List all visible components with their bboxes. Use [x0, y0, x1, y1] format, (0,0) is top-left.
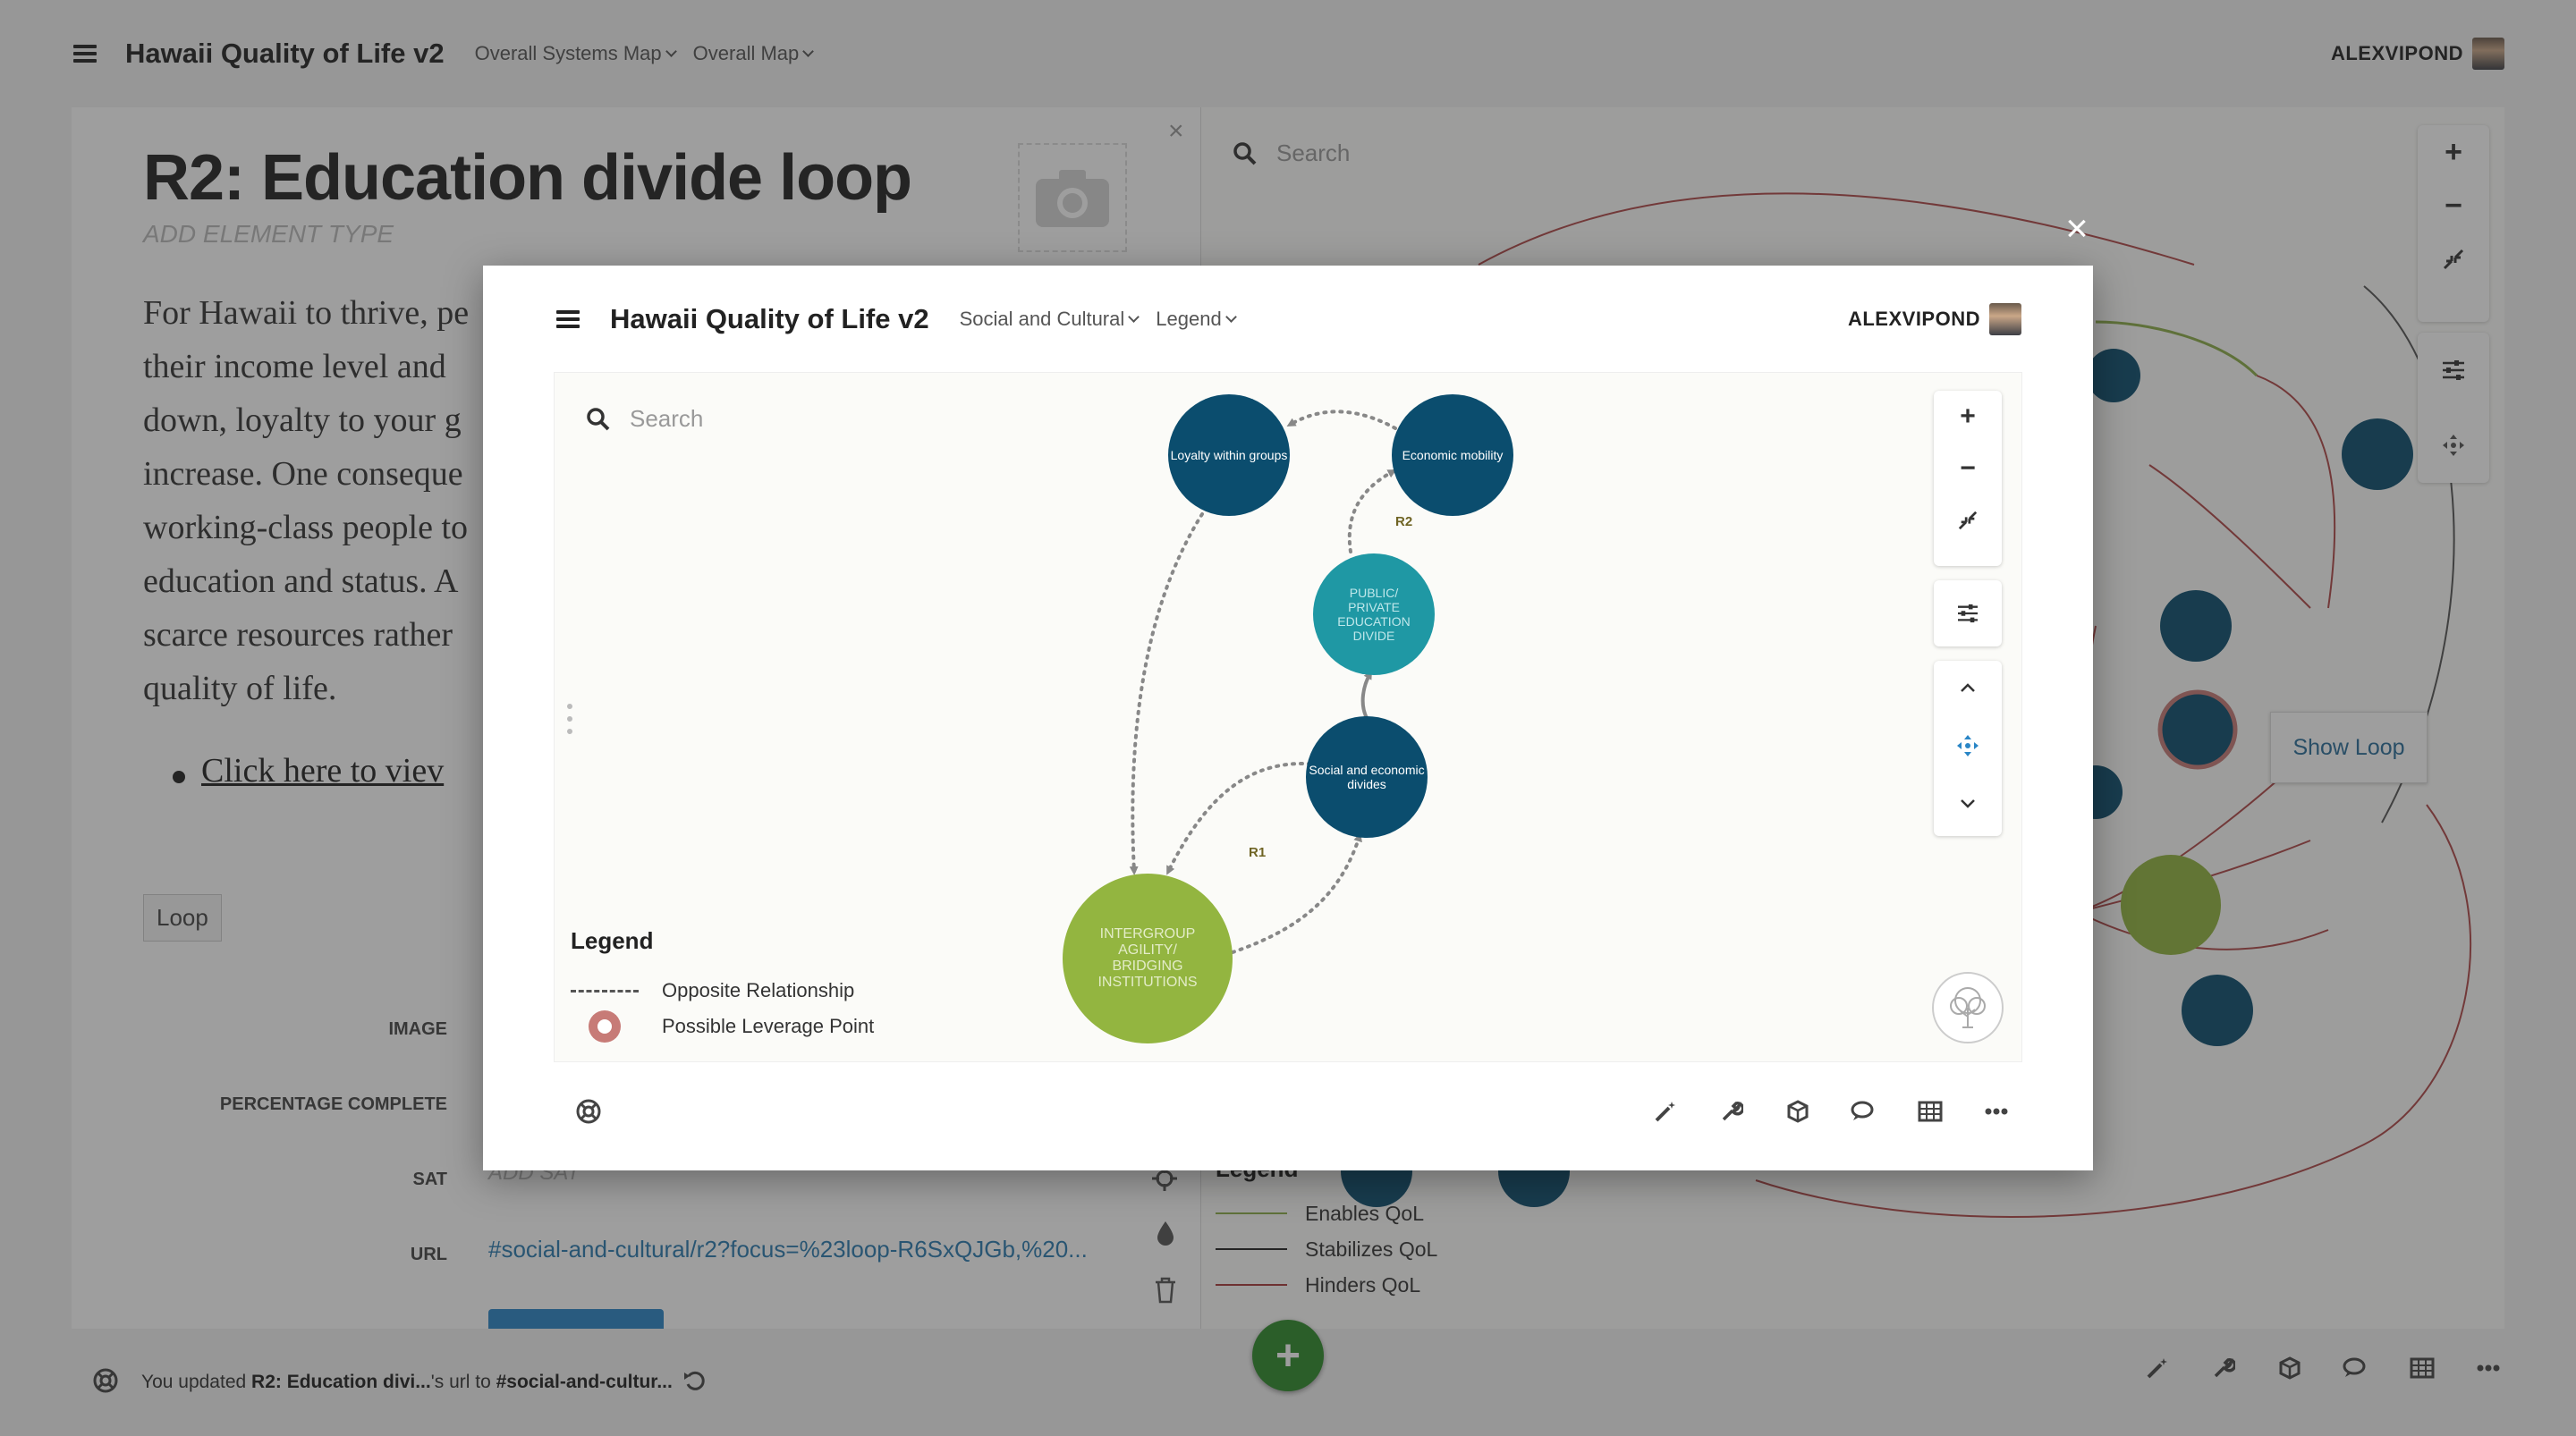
embed-footer [483, 1061, 2093, 1170]
embed-username[interactable]: ALEXVIPOND [1848, 308, 1980, 331]
node-social-divides[interactable]: Social and economic divides [1306, 716, 1428, 838]
legend-item: Possible Leverage Point [571, 1009, 874, 1044]
embed-legend: Legend Opposite Relationship Possible Le… [571, 927, 874, 1044]
zoom-out-icon[interactable]: − [1960, 443, 1976, 494]
node-economic-mobility[interactable]: Economic mobility [1392, 394, 1513, 516]
dashed-line-icon [571, 989, 639, 993]
node-intergroup-agility[interactable]: INTERGROUP AGILITY/ BRIDGING INSTITUTION… [1063, 874, 1233, 1043]
zoom-in-icon[interactable]: + [1960, 391, 1976, 443]
chevron-down-icon [1224, 311, 1237, 323]
chevron-down-icon [1128, 311, 1140, 323]
edge-education-to-economic [1347, 469, 1397, 553]
embed-view-label: Legend [1156, 308, 1222, 330]
edge-loyalty-to-intergroup [1129, 512, 1204, 875]
loop-label-r1[interactable]: R1 [1249, 845, 1266, 860]
wrench-icon[interactable] [1712, 1092, 1751, 1131]
embed-toolbar [1619, 1092, 2016, 1131]
legend-item: Opposite Relationship [571, 973, 874, 1009]
node-education-divide[interactable]: PUBLIC/ PRIVATE EDUCATION DIVIDE [1313, 553, 1435, 675]
wand-icon[interactable] [1646, 1092, 1685, 1131]
edge-social-to-intergroup [1166, 762, 1320, 875]
table-icon[interactable] [1911, 1092, 1950, 1131]
menu-icon[interactable] [556, 310, 580, 328]
embed-nav-controls [1934, 661, 2002, 836]
legend-title: Legend [571, 927, 654, 954]
fit-icon[interactable] [1958, 494, 1978, 546]
cube-icon[interactable] [1778, 1092, 1818, 1131]
node-loyalty[interactable]: Loyalty within groups [1168, 394, 1290, 516]
modal-close-icon[interactable]: × [2061, 207, 2093, 250]
embed-title: Hawaii Quality of Life v2 [610, 303, 929, 334]
loop-label-r2[interactable]: R2 [1395, 514, 1412, 529]
more-icon[interactable] [1977, 1092, 2016, 1131]
edge-economic-to-loyalty [1286, 410, 1397, 430]
leverage-point-icon [589, 1010, 621, 1043]
chevron-down-icon[interactable] [1960, 777, 1976, 831]
embed-view-dropdown[interactable]: Legend [1156, 308, 1237, 331]
embed-preview-modal: Hawaii Quality of Life v2 Social and Cul… [483, 266, 2093, 1170]
avatar[interactable] [1989, 303, 2021, 335]
embed-map-dropdown[interactable]: Social and Cultural [959, 308, 1140, 331]
legend-label: Possible Leverage Point [662, 1015, 875, 1037]
focus-icon[interactable] [1955, 714, 1980, 777]
embed-map[interactable]: Search Loyalty within groups Economic mo… [555, 373, 2021, 1061]
help-icon[interactable] [576, 1099, 601, 1128]
embed-map-label: Social and Cultural [959, 308, 1125, 330]
chevron-up-icon[interactable] [1960, 661, 1976, 714]
embed-zoom-controls: + − [1934, 391, 2002, 566]
edge-social-to-education [1360, 670, 1372, 720]
legend-label: Opposite Relationship [662, 979, 855, 1001]
sliders-icon[interactable] [1957, 580, 1979, 646]
embed-header: Hawaii Quality of Life v2 Social and Cul… [483, 266, 2093, 373]
tree-logo-icon[interactable] [1932, 972, 2004, 1043]
embed-filter-controls [1934, 580, 2002, 646]
comments-icon[interactable] [1844, 1092, 1884, 1131]
